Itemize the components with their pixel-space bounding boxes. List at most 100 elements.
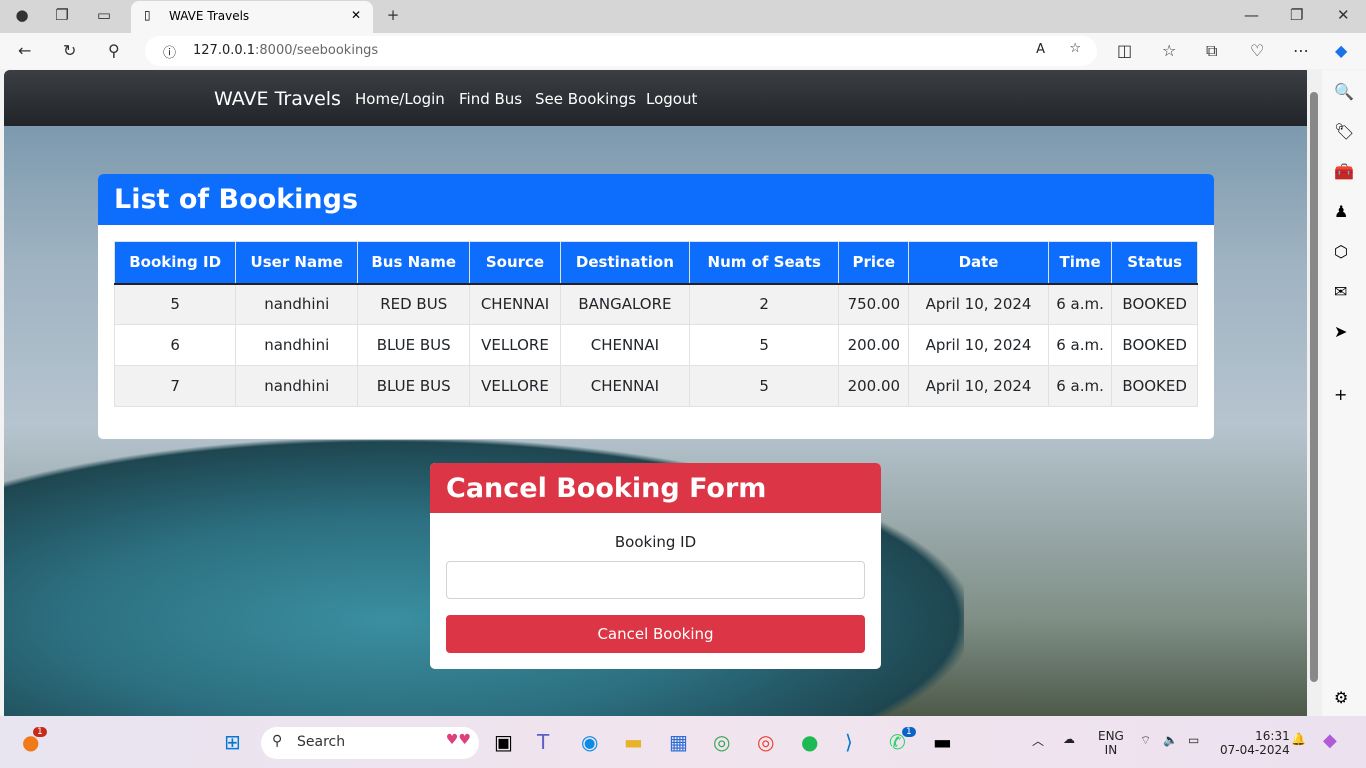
copilot-pre-icon[interactable]: ◆ xyxy=(1323,730,1337,751)
search-icon[interactable]: ⚲ xyxy=(108,41,120,60)
column-header: Date xyxy=(908,241,1049,285)
table-cell: April 10, 2024 xyxy=(908,365,1049,407)
add-icon[interactable]: + xyxy=(1334,385,1347,404)
chrome-profile-icon[interactable]: ◎ xyxy=(713,730,730,754)
scrollbar-thumb[interactable] xyxy=(1310,92,1318,682)
search-icon: ⚲ xyxy=(272,733,283,749)
profile-icon[interactable]: ● xyxy=(11,6,33,28)
url-host: 127.0.0.1 xyxy=(193,43,256,58)
notifications-bell-icon[interactable]: 🔔 xyxy=(1291,732,1306,746)
store-icon[interactable]: ▦ xyxy=(669,730,688,754)
bookings-table: Booking ID User Name Bus Name Source Destina… xyxy=(113,241,1198,407)
taskbar: ● 1 ⊞ ⚲ Search ♥♥ ▣ T ◉ ▬ ▦ ◎ ◎ ● ⟩ ✆ 1 … xyxy=(0,716,1366,768)
clock[interactable]: 16:31 07-04-2024 xyxy=(1220,729,1290,757)
shopping-tag-icon[interactable]: 🏷 xyxy=(1334,122,1354,141)
language-indicator[interactable]: ENG IN xyxy=(1098,729,1124,757)
table-row: 7 nandhini BLUE BUS VELLORE CHENNAI 5 200.00 Ap… xyxy=(113,365,1198,407)
edge-icon[interactable]: ◉ xyxy=(581,730,598,754)
new-tab-icon[interactable]: + xyxy=(382,6,404,28)
nav-home-login[interactable]: Home/Login xyxy=(355,90,445,108)
page-icon: ▯ xyxy=(144,8,151,22)
file-explorer-icon[interactable]: ▬ xyxy=(624,730,643,754)
lang-code: ENG xyxy=(1098,729,1124,743)
url-field[interactable]: ⓘ 127.0.0.1:8000/seebookings A ☆ xyxy=(145,36,1097,66)
search-label: Search xyxy=(297,734,346,750)
table-cell: 5 xyxy=(689,365,840,407)
chrome-icon[interactable]: ◎ xyxy=(757,730,774,754)
navbar-brand[interactable]: WAVE Travels xyxy=(214,88,341,110)
minimize-icon[interactable]: — xyxy=(1244,6,1259,24)
table-cell: 6 a.m. xyxy=(1047,283,1113,325)
restore-icon[interactable]: ❐ xyxy=(1290,6,1303,24)
battery-icon[interactable]: ▭ xyxy=(1188,733,1199,747)
taskbar-search[interactable]: ⚲ Search ♥♥ xyxy=(261,727,479,759)
refresh-icon[interactable]: ↻ xyxy=(63,41,76,60)
table-row: 5 nandhini RED BUS CHENNAI BANGALORE 2 750.00 A… xyxy=(113,283,1198,325)
table-cell: 200.00 xyxy=(838,365,910,407)
date: 07-04-2024 xyxy=(1220,743,1290,757)
favorite-star-icon[interactable]: ☆ xyxy=(1069,41,1081,56)
page-scrollbar[interactable] xyxy=(1307,70,1322,716)
show-hidden-icons[interactable]: ︿ xyxy=(1032,732,1044,749)
split-screen-icon[interactable]: ◫ xyxy=(1117,41,1132,60)
nav-find-bus[interactable]: Find Bus xyxy=(459,90,522,108)
notification-badge: 1 xyxy=(33,727,47,737)
table-cell: April 10, 2024 xyxy=(908,283,1049,325)
cancel-booking-card: Cancel Booking Form Booking ID Cancel Bo… xyxy=(430,463,881,669)
tab-actions-icon[interactable]: ▭ xyxy=(93,6,115,28)
table-cell: BANGALORE xyxy=(559,283,691,325)
column-header: Price xyxy=(838,241,910,285)
bookings-card: List of Bookings Booking ID User Name Bus … xyxy=(98,174,1214,439)
nav-logout[interactable]: Logout xyxy=(646,90,697,108)
drop-icon[interactable]: ➤ xyxy=(1334,322,1347,341)
tools-icon[interactable]: 🧰 xyxy=(1334,162,1354,181)
table-cell: BOOKED xyxy=(1111,365,1198,407)
spotify-icon[interactable]: ● xyxy=(801,730,818,754)
onedrive-icon[interactable]: ☁ xyxy=(1063,732,1075,746)
table-cell: nandhini xyxy=(235,365,359,407)
wifi-icon[interactable]: ⌔ xyxy=(1140,733,1151,748)
workspaces-icon[interactable]: ❐ xyxy=(51,6,73,28)
teams-icon[interactable]: T xyxy=(537,730,549,754)
collections-icon[interactable]: ⧉ xyxy=(1206,41,1217,61)
tab-title: WAVE Travels xyxy=(169,9,250,23)
time: 16:31 xyxy=(1255,729,1290,743)
table-cell: 5 xyxy=(689,324,840,366)
start-icon[interactable]: ⊞ xyxy=(224,730,241,754)
terminal-icon[interactable]: ▬ xyxy=(933,730,952,754)
table-cell: 200.00 xyxy=(838,324,910,366)
table-cell: BLUE BUS xyxy=(357,324,471,366)
cancel-booking-button[interactable]: Cancel Booking xyxy=(446,615,865,653)
whatsapp-badge: 1 xyxy=(902,727,916,737)
info-icon: ⓘ xyxy=(163,46,177,61)
m365-icon[interactable]: ⬡ xyxy=(1334,242,1348,261)
table-cell: nandhini xyxy=(235,324,359,366)
table-cell: VELLORE xyxy=(469,324,561,366)
favorites-icon[interactable]: ☆ xyxy=(1162,41,1176,60)
table-cell: 6 xyxy=(113,324,237,366)
column-header: User Name xyxy=(235,241,359,285)
read-aloud-icon[interactable]: A xyxy=(1036,42,1045,57)
browser-essentials-icon[interactable]: ♡ xyxy=(1250,41,1264,60)
copilot-icon[interactable]: ◆ xyxy=(1335,41,1347,60)
task-view-icon[interactable]: ▣ xyxy=(494,730,513,754)
vscode-icon[interactable]: ⟩ xyxy=(845,730,853,754)
table-cell: BOOKED xyxy=(1111,283,1198,325)
games-icon[interactable]: ♟ xyxy=(1334,202,1348,221)
nav-see-bookings[interactable]: See Bookings xyxy=(535,90,636,108)
search-icon[interactable]: 🔍 xyxy=(1334,82,1354,101)
volume-icon[interactable]: 🔈 xyxy=(1163,733,1178,747)
table-cell: 6 a.m. xyxy=(1047,365,1113,407)
settings-icon[interactable]: ⚙ xyxy=(1334,688,1348,707)
column-header: Source xyxy=(469,241,561,285)
table-cell: 7 xyxy=(113,365,237,407)
more-icon[interactable]: ⋯ xyxy=(1293,41,1309,60)
close-tab-icon[interactable]: ✕ xyxy=(351,8,361,22)
table-cell: VELLORE xyxy=(469,365,561,407)
close-window-icon[interactable]: ✕ xyxy=(1337,6,1350,24)
booking-id-input[interactable] xyxy=(446,561,865,599)
back-icon[interactable]: ← xyxy=(18,41,31,60)
browser-tab[interactable]: ▯ WAVE Travels ✕ xyxy=(131,1,373,33)
table-cell: BLUE BUS xyxy=(357,365,471,407)
outlook-icon[interactable]: ✉ xyxy=(1334,282,1347,301)
